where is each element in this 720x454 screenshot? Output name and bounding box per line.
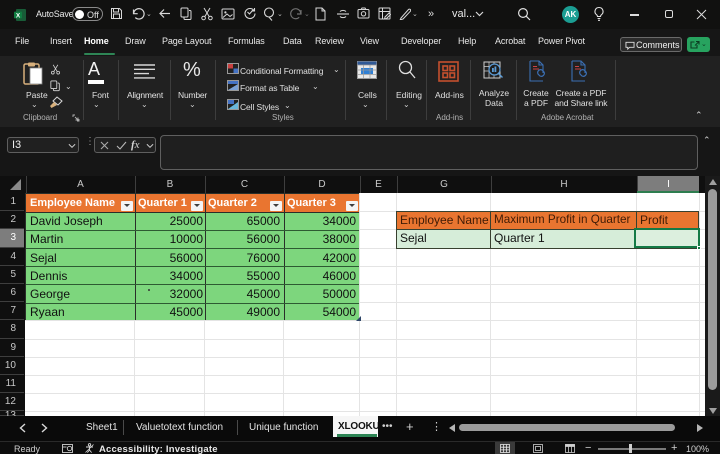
svg-text:X: X <box>16 12 21 19</box>
